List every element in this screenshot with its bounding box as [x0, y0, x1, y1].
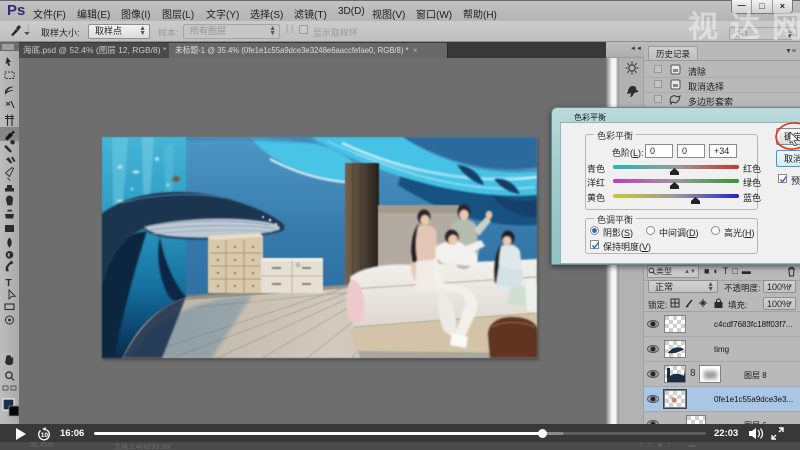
svg-text:10: 10 [41, 432, 49, 439]
svg-text:T: T [6, 278, 12, 289]
